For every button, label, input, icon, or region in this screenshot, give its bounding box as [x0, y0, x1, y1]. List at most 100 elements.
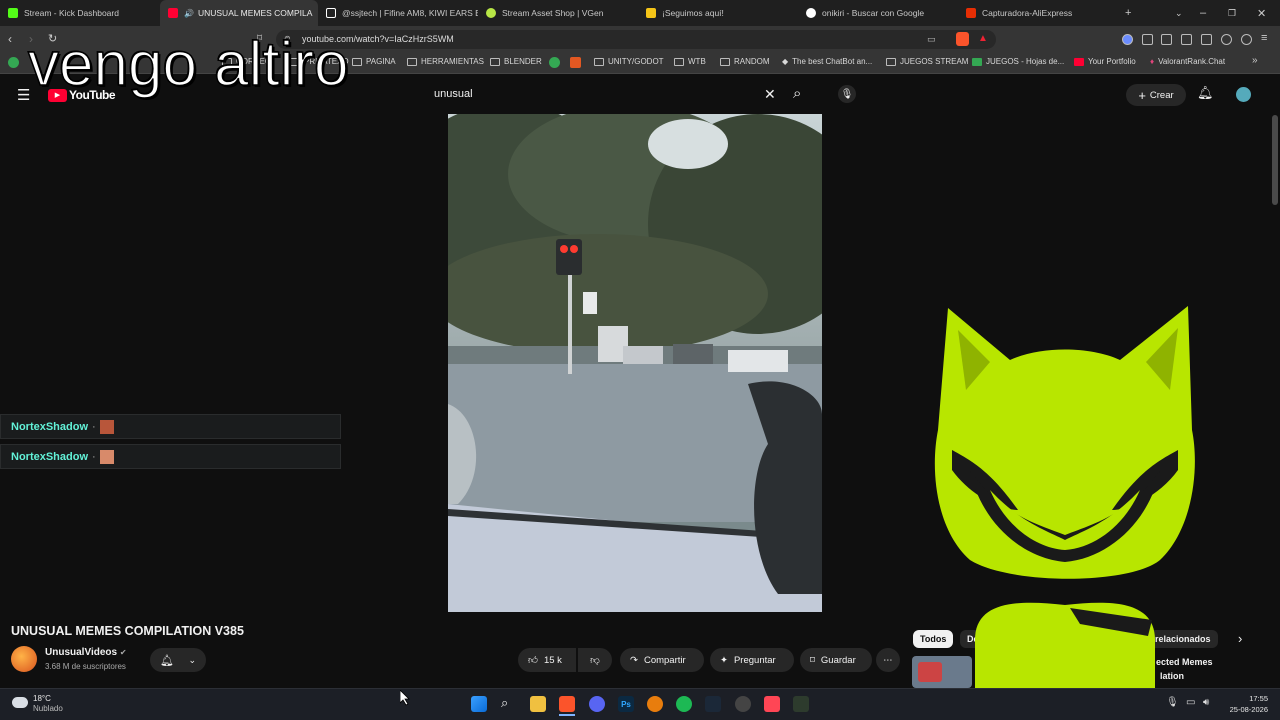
close-window-button[interactable]: ✕: [1257, 0, 1266, 26]
profile-extension-icon[interactable]: [1122, 34, 1133, 45]
tab-seguimos[interactable]: ¡Seguimos aquí!: [638, 0, 798, 26]
sheets-icon: [972, 57, 982, 66]
extensions-icon[interactable]: [1142, 34, 1153, 45]
bookmark-label: HERRAMIENTAS: [421, 57, 484, 66]
search-icon[interactable]: ⌕: [793, 85, 801, 102]
aliexpress-icon: [966, 8, 976, 18]
like-button[interactable]: 👍︎ 15 k: [518, 648, 576, 672]
create-button[interactable]: + Crear: [1126, 84, 1186, 106]
blender-icon[interactable]: [647, 696, 663, 712]
search-input[interactable]: unusual: [434, 88, 473, 100]
bookmark-orange-icon[interactable]: [570, 57, 581, 68]
speaker-icon: 🔊: [184, 8, 194, 18]
bookmark-portfolio[interactable]: Your Portfolio: [1074, 57, 1136, 66]
weather-condition: Nublado: [33, 704, 63, 713]
page-icon: [646, 8, 656, 18]
tab-ssjtech[interactable]: @ssjtech | Fifine AM8, KIWI EARS E: [318, 0, 478, 26]
tab-aliexpress[interactable]: Capturadora-AliExpress: [958, 0, 1118, 26]
bookmark-label: ValorantRank.Chat: [1158, 57, 1226, 66]
steam-icon[interactable]: [705, 696, 721, 712]
bookmark-pagina[interactable]: PAGINA: [352, 57, 396, 66]
share-label: Compartir: [643, 654, 686, 666]
tab-kick-dashboard[interactable]: Stream - Kick Dashboard: [0, 0, 160, 26]
weather-cloud-icon[interactable]: [12, 697, 28, 708]
bookmark-random[interactable]: RANDOM: [720, 57, 770, 66]
ask-button[interactable]: ✦ Preguntar: [710, 648, 794, 672]
subscribe-bell-button[interactable]: 🔔︎ ⌄: [150, 648, 206, 672]
notifications-icon[interactable]: 🔔︎: [1197, 85, 1214, 101]
obs-icon[interactable]: [735, 696, 751, 712]
avatar[interactable]: [1236, 87, 1251, 102]
bookmark-chatbot[interactable]: ◆ The best ChatBot an...: [782, 57, 872, 66]
tab-list-icon[interactable]: ⌄: [1175, 0, 1183, 26]
tab-title: onikiri - Buscar con Google: [822, 8, 925, 18]
leo-ai-icon[interactable]: [1221, 34, 1232, 45]
tab-vgen[interactable]: Stream Asset Shop | VGen: [478, 0, 638, 26]
brave-rewards-icon[interactable]: ▲: [978, 33, 988, 44]
clear-search-icon[interactable]: ✕: [764, 86, 776, 103]
chevron-down-icon: ⌄: [188, 654, 196, 665]
vpn-icon[interactable]: [1241, 34, 1252, 45]
share-button[interactable]: ↷ Compartir: [620, 648, 704, 672]
menu-icon[interactable]: ≡: [1261, 32, 1267, 44]
brave-browser-icon[interactable]: [559, 696, 575, 712]
video-player[interactable]: [448, 114, 822, 612]
media-icon[interactable]: [1161, 34, 1172, 45]
brave-shield-icon[interactable]: [956, 32, 969, 46]
channel-name-text: UnusualVideos: [45, 647, 118, 658]
bookmark-blender[interactable]: BLENDER: [490, 57, 542, 66]
minimize-button[interactable]: –: [1200, 0, 1206, 26]
valorant-app-icon[interactable]: [764, 696, 780, 712]
microphone-tray-icon[interactable]: 🎙: [1166, 697, 1179, 708]
dislike-button[interactable]: 👎︎: [578, 648, 612, 672]
discord-icon[interactable]: [589, 696, 605, 712]
bookmark-herramientas[interactable]: HERRAMIENTAS: [407, 57, 484, 66]
new-tab-button[interactable]: +: [1125, 0, 1131, 26]
photoshop-icon[interactable]: Ps: [618, 696, 634, 712]
voice-search-icon[interactable]: 🎙: [838, 85, 856, 103]
windows-start-icon[interactable]: [471, 696, 487, 712]
thumbs-up-icon: 👍︎: [528, 655, 538, 666]
tab-youtube[interactable]: 🔊 UNUSUAL MEMES COMPILA ✕: [160, 0, 318, 26]
tab-title: UNUSUAL MEMES COMPILA: [197, 8, 313, 18]
verified-icon: ✔: [119, 648, 127, 657]
taskbar-search-icon[interactable]: ⌕: [501, 695, 508, 711]
sidebar-icon[interactable]: [1181, 34, 1192, 45]
back-icon[interactable]: ‹: [8, 32, 12, 46]
ask-label: Preguntar: [733, 654, 776, 666]
chevron-right-icon[interactable]: ›: [1238, 631, 1242, 646]
restore-button[interactable]: ❐: [1228, 0, 1236, 26]
bookmark-juegos-hojas[interactable]: JUEGOS - Hojas de...: [972, 57, 1064, 66]
save-button[interactable]: ⌑ Guardar: [800, 648, 872, 672]
bookmark-save-icon: ⌑: [810, 654, 815, 666]
bookmark-wtb[interactable]: WTB: [674, 57, 706, 66]
bookmark-app-icon[interactable]: [8, 57, 19, 68]
file-explorer-icon[interactable]: [530, 696, 546, 712]
bookmark-valorant[interactable]: ♦ ValorantRank.Chat: [1150, 57, 1225, 66]
thumbs-down-icon: 👎︎: [590, 655, 600, 666]
channel-avatar[interactable]: [11, 646, 37, 672]
more-bookmarks-icon[interactable]: »: [1252, 55, 1258, 66]
bookmark-label: UNITY/GODOT: [608, 57, 664, 66]
page-scrollbar[interactable]: [1272, 115, 1278, 205]
bookmark-unity-godot[interactable]: UNITY/GODOT: [594, 57, 664, 66]
bookmark-juegos-stream[interactable]: JUEGOS STREAM: [886, 57, 968, 66]
spotify-icon[interactable]: [676, 696, 692, 712]
tab-title: ¡Seguimos aquí!: [662, 8, 724, 18]
volume-icon[interactable]: 🔊︎: [1203, 697, 1209, 708]
folder-icon: [352, 57, 362, 66]
save-label: Guardar: [820, 654, 856, 666]
cast-icon[interactable]: ▭: [927, 34, 936, 45]
clock-date[interactable]: 25-08-2026: [1222, 705, 1268, 714]
tab-google[interactable]: onikiri - Buscar con Google: [798, 0, 958, 26]
channel-name[interactable]: UnusualVideos ✔: [45, 647, 127, 658]
network-icon[interactable]: ▭: [1186, 697, 1195, 708]
clock-time[interactable]: 17:55: [1222, 694, 1268, 703]
terminal-icon[interactable]: [793, 696, 809, 712]
more-actions-button[interactable]: ⋯: [876, 648, 900, 672]
wallet-icon[interactable]: [1201, 34, 1212, 45]
bookmark-green-icon[interactable]: [549, 57, 560, 68]
chat-emote-icon: [99, 449, 114, 464]
create-label: Crear: [1149, 89, 1174, 101]
chat-emote-icon: [99, 419, 114, 434]
